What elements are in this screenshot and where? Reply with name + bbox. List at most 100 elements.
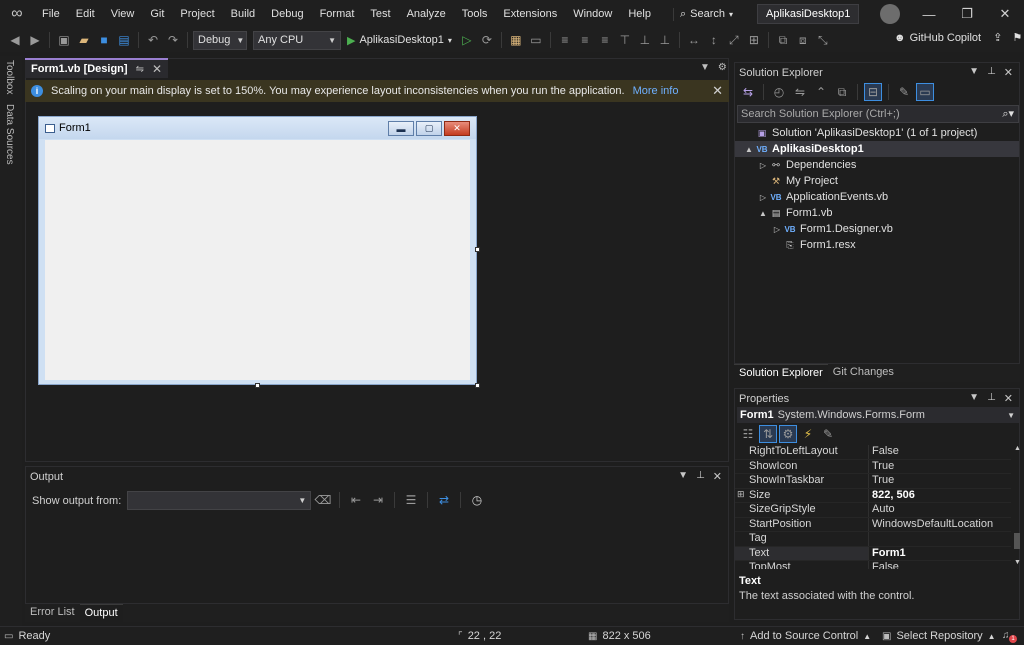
menu-file[interactable]: File <box>34 0 68 28</box>
property-value[interactable] <box>869 532 872 546</box>
close-icon[interactable]: ✕ <box>1004 392 1013 405</box>
switch-views-icon[interactable]: ⇆ <box>739 83 757 101</box>
align-left-icon[interactable]: ≡ <box>556 31 574 49</box>
property-row[interactable]: Text Form1 <box>735 546 1011 561</box>
browser-link-icon[interactable]: ▦ <box>507 31 525 49</box>
word-wrap-icon[interactable]: ⇄ <box>435 491 453 509</box>
chevron-down-icon[interactable]: ▼ <box>969 392 979 405</box>
menu-format[interactable]: Format <box>312 0 363 28</box>
open-folder-icon[interactable]: ▰ <box>75 31 93 49</box>
tab-solution-explorer[interactable]: Solution Explorer <box>734 364 828 382</box>
property-row[interactable]: RightToLeftLayout False <box>735 445 1011 460</box>
github-copilot-button[interactable]: ☻ GitHub Copilot ⇪ ⚑ <box>894 31 1022 45</box>
tree-item[interactable]: ▷ ⚯ Dependencies <box>735 157 1019 173</box>
menu-test[interactable]: Test <box>362 0 398 28</box>
resize-handle-bottom[interactable] <box>255 383 260 388</box>
menu-build[interactable]: Build <box>223 0 263 28</box>
undo-icon[interactable]: ↶ <box>144 31 162 49</box>
find-message-icon[interactable]: ⌫ <box>314 491 332 509</box>
property-value[interactable]: Auto <box>869 503 895 517</box>
back-icon[interactable]: ◀ <box>6 31 24 49</box>
align-bottom-icon[interactable]: ⊥ <box>656 31 674 49</box>
property-row[interactable]: ShowInTaskbar True <box>735 474 1011 489</box>
tree-item[interactable]: ▲ VB AplikasiDesktop1 <box>735 141 1019 157</box>
property-value[interactable]: True <box>869 474 894 488</box>
clear-all-icon[interactable]: ☰ <box>402 491 420 509</box>
menu-view[interactable]: View <box>103 0 143 28</box>
form-client-area[interactable] <box>45 140 470 380</box>
tree-item[interactable]: ⚒ My Project <box>735 173 1019 189</box>
save-icon[interactable]: ■ <box>95 31 113 49</box>
pin-icon[interactable]: ⊥ <box>696 470 705 483</box>
property-scrollbar[interactable]: ▲ ▼ <box>1013 445 1021 569</box>
view-designer-icon[interactable]: ▭ <box>916 83 934 101</box>
preview-selected-icon[interactable]: ⊟ <box>864 83 882 101</box>
align-right-icon[interactable]: ≡ <box>596 31 614 49</box>
tree-item[interactable]: ▷ VB Form1.Designer.vb <box>735 221 1019 237</box>
menu-edit[interactable]: Edit <box>68 0 103 28</box>
tree-item[interactable]: ▷ VB ApplicationEvents.vb <box>735 189 1019 205</box>
minimize-icon[interactable]: — <box>910 0 948 28</box>
menu-extensions[interactable]: Extensions <box>495 0 565 28</box>
pin-icon[interactable]: ⊥ <box>987 392 996 405</box>
menu-help[interactable]: Help <box>620 0 659 28</box>
scroll-up-icon[interactable]: ▲ <box>1014 445 1021 452</box>
resize-handle-right[interactable] <box>475 247 480 252</box>
same-height-icon[interactable]: ↕ <box>705 31 723 49</box>
pin-icon[interactable]: ⊥ <box>987 66 996 79</box>
platform-dropdown[interactable]: Any CPU ▼ <box>253 30 341 50</box>
scroll-thumb[interactable] <box>1014 533 1020 549</box>
same-width-icon[interactable]: ↔ <box>685 31 703 49</box>
align-middle-icon[interactable]: ⊥ <box>636 31 654 49</box>
previous-message-icon[interactable]: ⇤ <box>347 491 365 509</box>
expanded-arrow-icon[interactable]: ▲ <box>743 145 755 154</box>
property-row[interactable]: TopMost False <box>735 561 1011 569</box>
hot-reload-icon[interactable]: ⟳ <box>478 31 496 49</box>
menu-git[interactable]: Git <box>142 0 172 28</box>
redo-icon[interactable]: ↷ <box>164 31 182 49</box>
property-pages-icon[interactable]: ✎ <box>819 425 837 443</box>
property-row[interactable]: ⊞ Size 822, 506 <box>735 488 1011 503</box>
layout-icon[interactable]: ▭ <box>527 31 545 49</box>
scroll-down-icon[interactable]: ▼ <box>1014 559 1021 566</box>
collapse-all-icon[interactable]: ⌃ <box>812 83 830 101</box>
property-value[interactable]: True <box>869 460 894 474</box>
properties-icon[interactable]: ⚙ <box>779 425 797 443</box>
menu-project[interactable]: Project <box>172 0 222 28</box>
property-row[interactable]: StartPosition WindowsDefaultLocation <box>735 517 1011 532</box>
same-size-icon[interactable]: ⤢ <box>725 31 743 49</box>
expanded-arrow-icon[interactable]: ▲ <box>757 209 769 218</box>
expand-icon[interactable]: ⊞ <box>737 489 745 500</box>
notifications-button[interactable]: ♫ 1 <box>1002 629 1017 643</box>
snap-grid-icon[interactable]: ⊞ <box>745 31 763 49</box>
collapsed-arrow-icon[interactable]: ▷ <box>771 225 783 234</box>
menu-window[interactable]: Window <box>565 0 620 28</box>
property-row[interactable]: Tag <box>735 532 1011 547</box>
tab-form1-design[interactable]: Form1.vb [Design] ⇋ ✕ <box>25 58 169 78</box>
new-project-icon[interactable]: ▣ <box>55 31 73 49</box>
wrench-icon[interactable]: ✎ <box>895 83 913 101</box>
tree-item[interactable]: ▣ Solution 'AplikasiDesktop1' (1 of 1 pro… <box>735 125 1019 141</box>
property-value[interactable]: False <box>869 445 899 459</box>
close-icon[interactable]: ✕ <box>712 83 723 99</box>
menu-analyze[interactable]: Analyze <box>399 0 454 28</box>
start-without-debugging-icon[interactable]: ▷ <box>458 31 476 49</box>
toolbox-tab[interactable]: Toolbox <box>4 60 15 94</box>
align-center-icon[interactable]: ≡ <box>576 31 594 49</box>
property-row[interactable]: SizeGripStyle Auto <box>735 503 1011 518</box>
chevron-down-icon[interactable]: ▼ <box>700 62 710 73</box>
form-preview[interactable]: Form1 ▬ ▢ ✕ <box>38 116 477 385</box>
close-icon[interactable]: ✕ <box>1004 66 1013 79</box>
more-info-link[interactable]: More info <box>633 85 679 97</box>
close-tab-icon[interactable]: ✕ <box>152 62 162 76</box>
chevron-down-icon[interactable]: ▼ <box>678 470 688 483</box>
account-avatar[interactable] <box>880 4 900 24</box>
menu-debug[interactable]: Debug <box>263 0 311 28</box>
chevron-down-icon[interactable]: ▼ <box>969 66 979 79</box>
tab-output[interactable]: Output <box>79 604 123 622</box>
configuration-dropdown[interactable]: Debug ▼ <box>193 30 247 50</box>
send-back-icon[interactable]: ⧈ <box>794 31 812 49</box>
collapsed-arrow-icon[interactable]: ▷ <box>757 161 769 170</box>
show-all-files-icon[interactable]: ⧉ <box>833 83 851 101</box>
gear-icon[interactable]: ⚙ <box>718 62 727 73</box>
